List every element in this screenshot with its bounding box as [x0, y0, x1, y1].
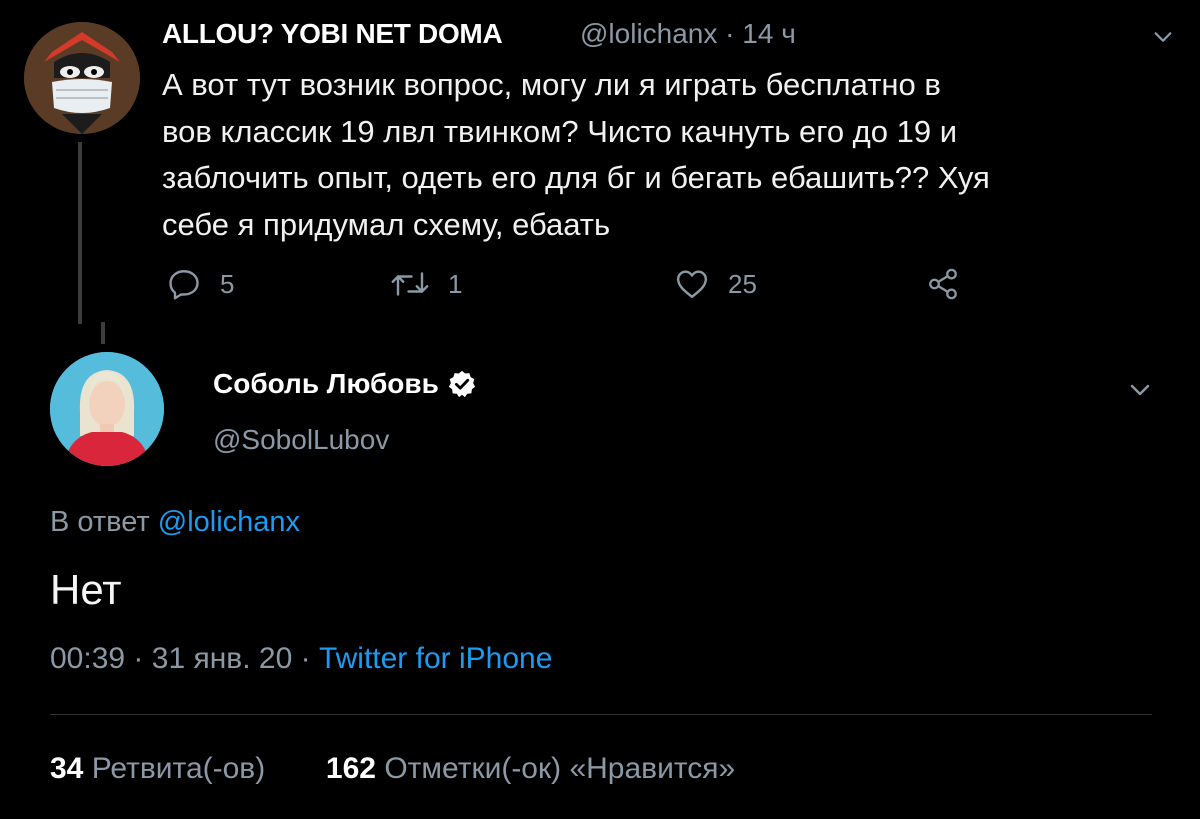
thread-connector-line [78, 142, 82, 324]
heart-icon [677, 270, 707, 298]
retweets-stat[interactable]: 34 Ретвита(-ов) [50, 752, 265, 785]
parent-tweet-time[interactable]: 14 ч [742, 18, 796, 49]
retweet-action[interactable]: 1 [390, 262, 462, 306]
tweet-time: 00:39 [50, 642, 126, 675]
reply-context: В ответ @lolichanx [50, 506, 300, 539]
avatar-illustration [24, 22, 140, 134]
parent-tweet-text: А вот тут возник вопрос, могу ли я играт… [162, 67, 990, 242]
tweet-source-link[interactable]: Twitter for iPhone [319, 642, 552, 675]
retweet-icon [391, 272, 429, 296]
thread-connector-stub [101, 322, 105, 344]
reply-author-handle[interactable]: @SobolLubov [213, 424, 389, 456]
reply-tweet-meta: 00:39 · 31 янв. 20 · Twitter for iPhone [50, 642, 552, 676]
reply-author-name[interactable]: Соболь Любовь [213, 368, 439, 400]
like-count: 25 [728, 268, 757, 299]
like-action[interactable]: 25 [674, 262, 757, 306]
meta-separator: · [133, 642, 144, 675]
parent-tweet-meta: @lolichanx · 14 ч [580, 18, 796, 50]
likes-label: Отметки(-ок) «Нравится» [384, 752, 736, 785]
tweet-date: 31 янв. 20 [151, 642, 293, 675]
retweets-number: 34 [50, 752, 84, 785]
share-action[interactable] [926, 262, 978, 306]
parent-author-name[interactable]: ALLOU? YOBI NET DOMA [162, 18, 503, 50]
verified-badge-icon [448, 370, 475, 398]
share-icon [929, 268, 957, 300]
parent-author-handle[interactable]: @lolichanx [580, 18, 717, 49]
divider [50, 714, 1152, 715]
likes-number: 162 [325, 752, 376, 785]
reply-author-name-row: Соболь Любовь [213, 368, 477, 400]
chevron-down-icon[interactable] [1152, 26, 1174, 48]
reply-icon [169, 270, 199, 300]
tweet-stats: 34 Ретвита(-ов) 162 Отметки(-ок) «Нравит… [50, 752, 735, 786]
meta-separator: · [725, 18, 735, 49]
retweets-label: Ретвита(-ов) [91, 752, 266, 785]
parent-tweet-actions: 5 1 25 [162, 262, 982, 306]
reply-action[interactable]: 5 [166, 262, 234, 306]
meta-separator: · [300, 642, 311, 675]
reply-count: 5 [220, 268, 235, 299]
retweet-count: 1 [448, 268, 463, 299]
reply-tweet-text: Нет [50, 566, 122, 613]
parent-author-avatar[interactable] [24, 22, 140, 134]
reply-author-avatar[interactable] [50, 352, 164, 466]
chevron-down-icon[interactable] [1128, 378, 1152, 402]
reply-mention-link[interactable]: @lolichanx [158, 506, 300, 538]
reply-prefix: В ответ [50, 506, 150, 538]
likes-stat[interactable]: 162 Отметки(-ок) «Нравится» [326, 752, 735, 785]
avatar-photo [50, 352, 164, 466]
